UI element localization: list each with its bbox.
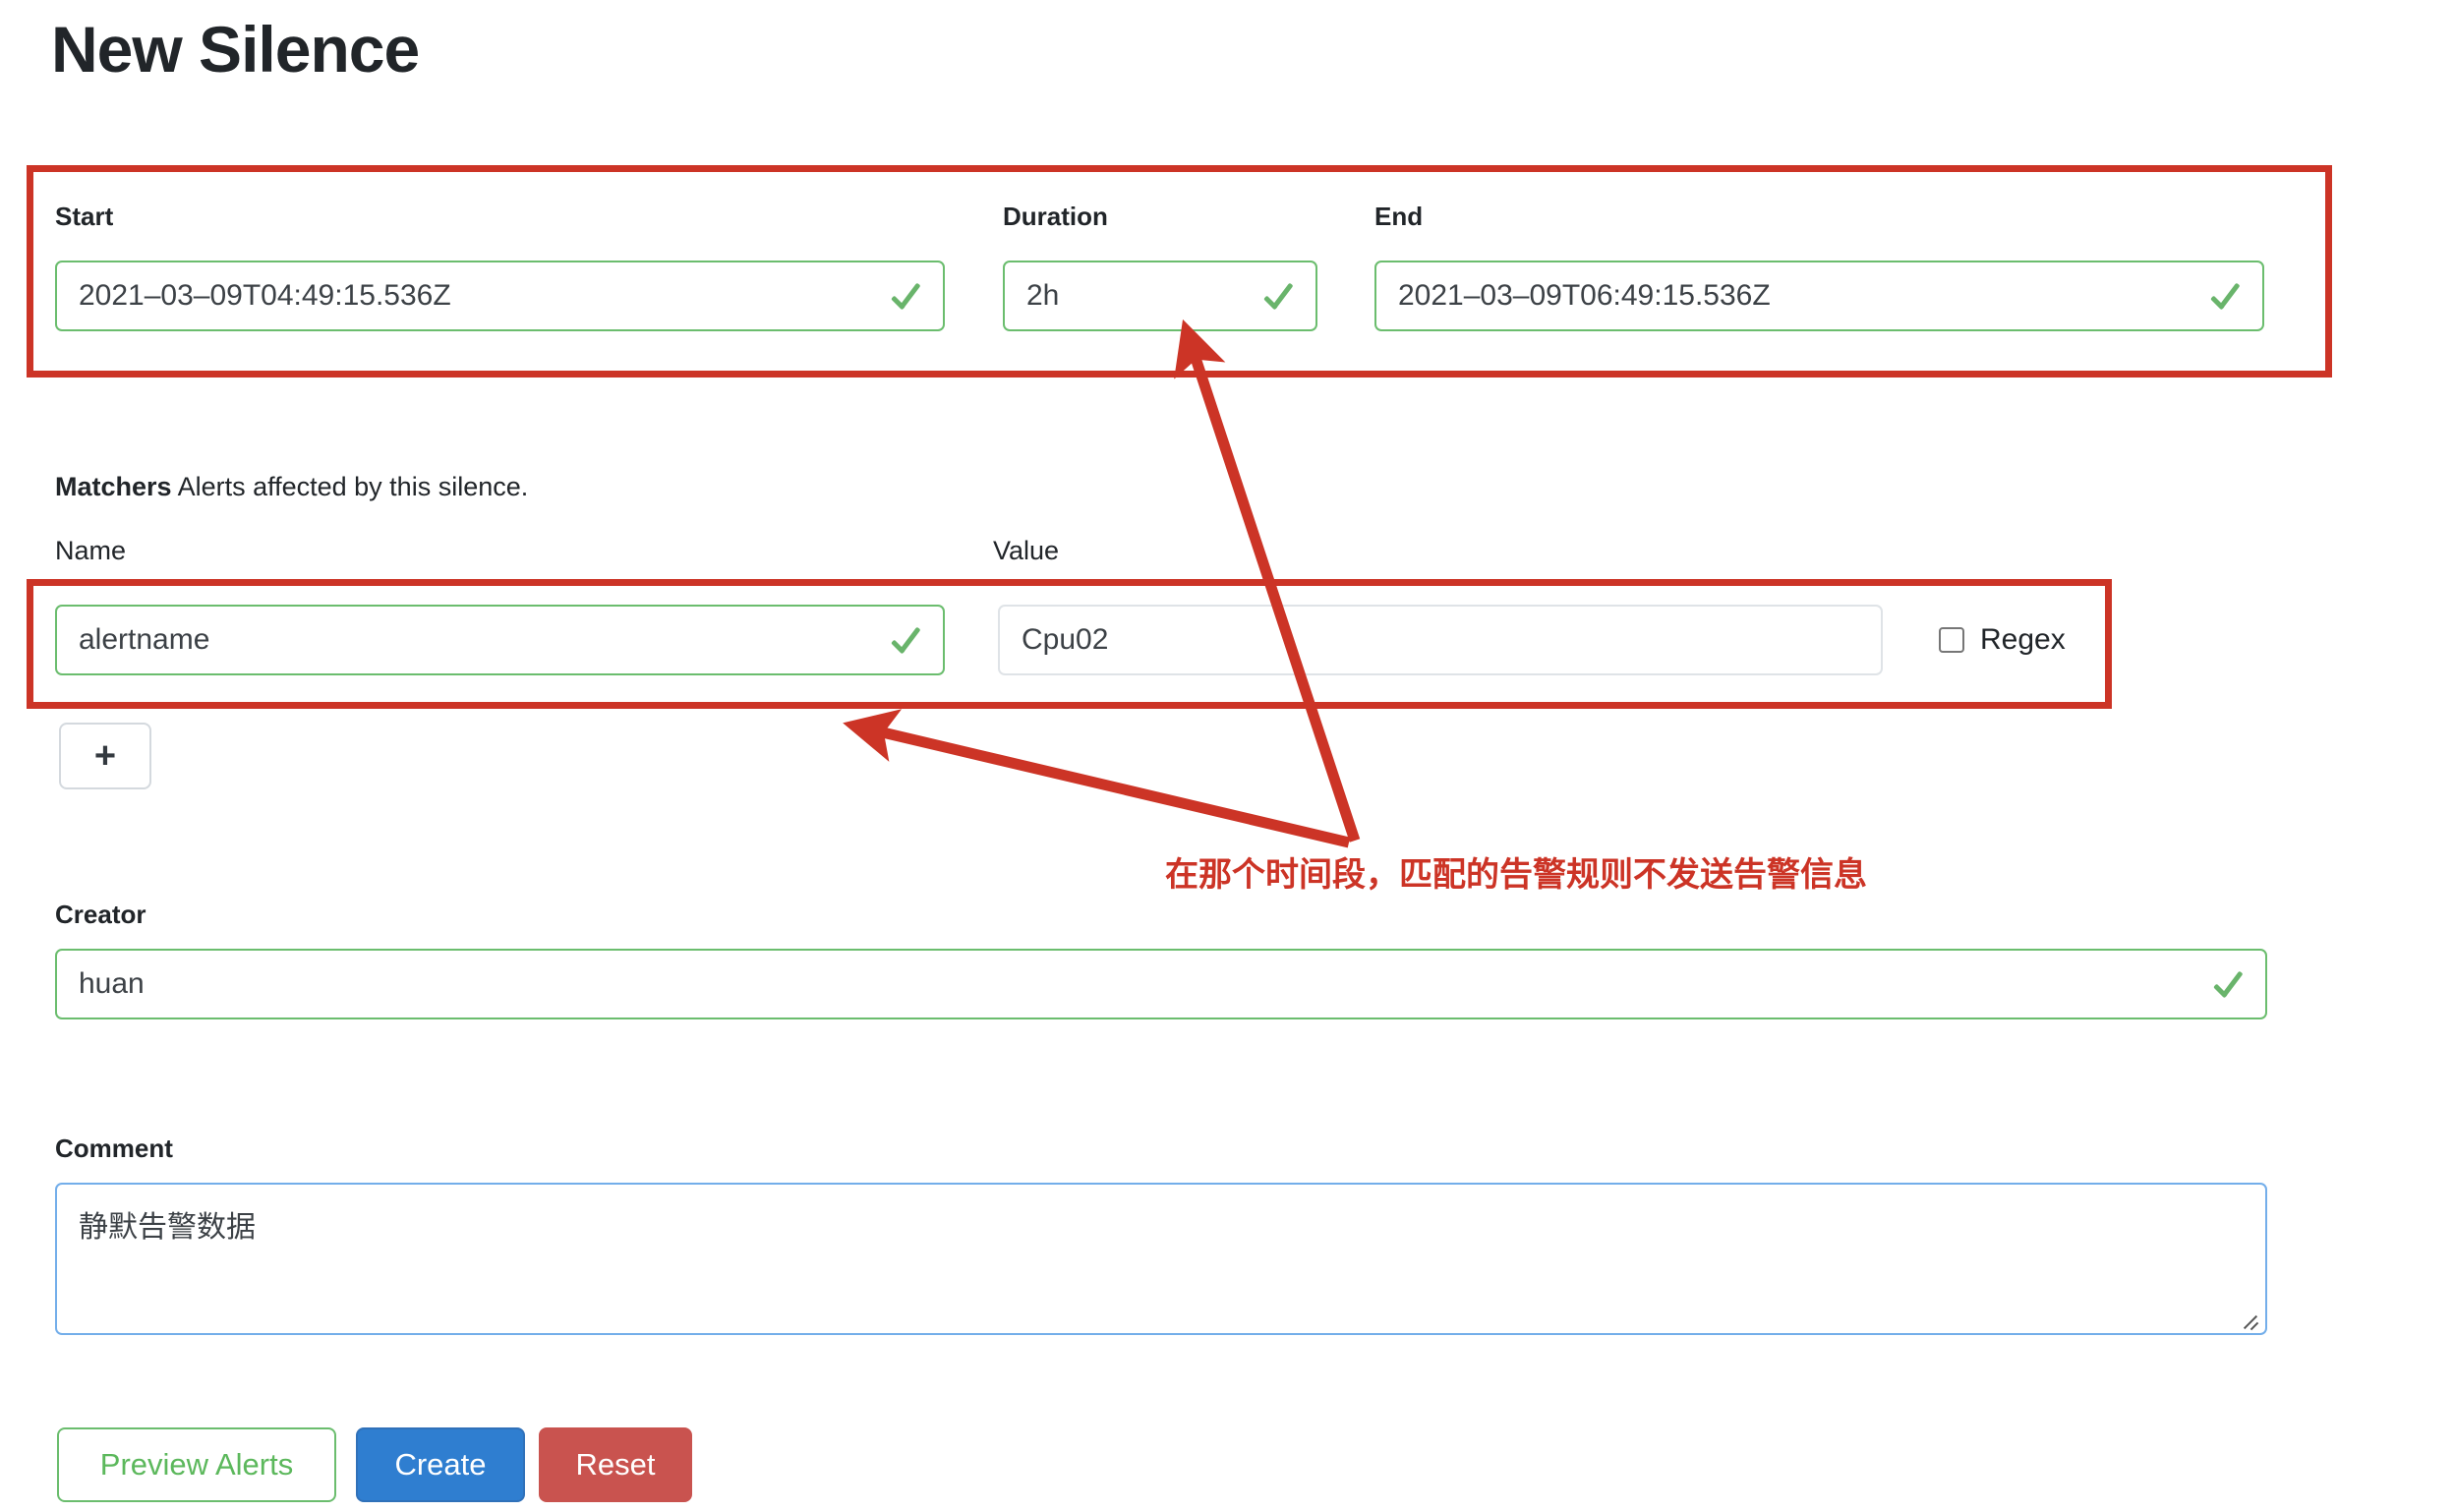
check-icon: [1260, 279, 1294, 313]
end-input[interactable]: 2021–03–09T06:49:15.536Z: [1374, 261, 2264, 331]
matchers-heading-desc: Alerts affected by this silence.: [177, 472, 529, 501]
arrow-to-duration: [1174, 319, 1361, 843]
add-matcher-button[interactable]: +: [59, 723, 151, 789]
creator-input[interactable]: huan: [55, 949, 2267, 1019]
check-icon: [2207, 279, 2241, 313]
creator-input-value: huan: [79, 967, 145, 1000]
matcher-name-value: alertname: [79, 623, 210, 656]
comment-textarea[interactable]: 静默告警数据: [55, 1183, 2267, 1335]
matcher-name-label: Name: [55, 536, 127, 565]
matchers-heading: Matchers Alerts affected by this silence…: [55, 472, 528, 502]
regex-label: Regex: [1980, 623, 2066, 656]
arrow-to-matchers: [843, 709, 1351, 848]
duration-input-value: 2h: [1026, 279, 1060, 312]
create-button[interactable]: Create: [356, 1427, 525, 1502]
check-icon: [2210, 967, 2244, 1001]
check-icon: [888, 279, 921, 313]
duration-input[interactable]: 2h: [1003, 261, 1317, 331]
regex-checkbox[interactable]: [1939, 627, 1964, 653]
matchers-heading-bold: Matchers: [55, 472, 172, 501]
comment-label: Comment: [55, 1134, 173, 1163]
matcher-value-input[interactable]: Cpu02: [998, 605, 1883, 675]
preview-alerts-button[interactable]: Preview Alerts: [57, 1427, 336, 1502]
matcher-value-value: Cpu02: [1022, 623, 1109, 656]
check-icon: [888, 623, 921, 657]
end-input-value: 2021–03–09T06:49:15.536Z: [1398, 279, 1771, 312]
matcher-name-input[interactable]: alertname: [55, 605, 945, 675]
start-input-value: 2021–03–09T04:49:15.536Z: [79, 279, 451, 312]
matcher-value-label: Value: [993, 536, 1060, 565]
new-silence-page: New Silence Start 2021–03–09T04:49:15.53…: [0, 0, 2454, 1512]
annotation-note: 在那个时间段，匹配的告警规则不发送告警信息: [1165, 856, 1867, 894]
start-label: Start: [55, 202, 114, 231]
start-input[interactable]: 2021–03–09T04:49:15.536Z: [55, 261, 945, 331]
creator-label: Creator: [55, 900, 146, 929]
reset-button[interactable]: Reset: [539, 1427, 692, 1502]
comment-textarea-value: 静默告警数据: [79, 1211, 256, 1244]
duration-label: Duration: [1003, 202, 1108, 231]
page-title: New Silence: [51, 13, 420, 86]
end-label: End: [1374, 202, 1424, 231]
regex-toggle[interactable]: Regex: [1939, 623, 2066, 657]
resize-handle-icon[interactable]: [2239, 1308, 2260, 1331]
